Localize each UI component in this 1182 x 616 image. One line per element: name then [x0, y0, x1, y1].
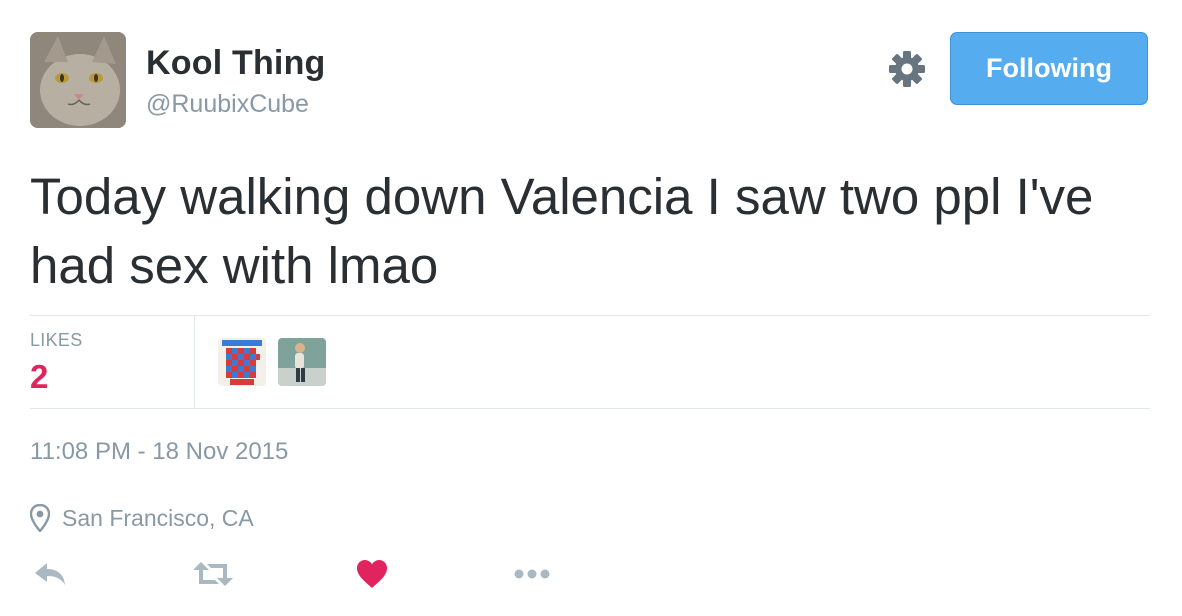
tweet-location[interactable]: San Francisco, CA — [30, 502, 254, 534]
retweet-icon[interactable] — [190, 556, 236, 592]
following-button[interactable]: Following — [950, 32, 1148, 105]
divider — [30, 315, 1150, 316]
tweet-timestamp[interactable]: 11:08 PM - 18 Nov 2015 — [30, 438, 288, 466]
person-photo-avatar-icon[interactable] — [278, 338, 326, 386]
cat-photo-avatar-icon — [30, 32, 126, 128]
like-heart-icon[interactable] — [354, 556, 390, 592]
divider — [30, 408, 1150, 409]
tweet-text: Today walking down Valencia I saw two pp… — [30, 168, 1094, 294]
buzzword-bingo-avatar-icon[interactable] — [218, 338, 266, 386]
location-pin-icon — [30, 504, 50, 532]
more-icon[interactable] — [510, 556, 554, 592]
gear-icon[interactable] — [887, 49, 927, 89]
user-display-name[interactable]: Kool Thing — [146, 44, 326, 83]
stats-divider — [194, 316, 195, 408]
likes-label[interactable]: LIKES — [30, 330, 83, 351]
user-avatar[interactable] — [30, 32, 126, 128]
likes-count[interactable]: 2 — [30, 358, 48, 396]
reply-icon[interactable] — [30, 556, 70, 592]
user-handle[interactable]: @RuubixCube — [146, 90, 309, 119]
location-label: San Francisco, CA — [62, 504, 254, 531]
